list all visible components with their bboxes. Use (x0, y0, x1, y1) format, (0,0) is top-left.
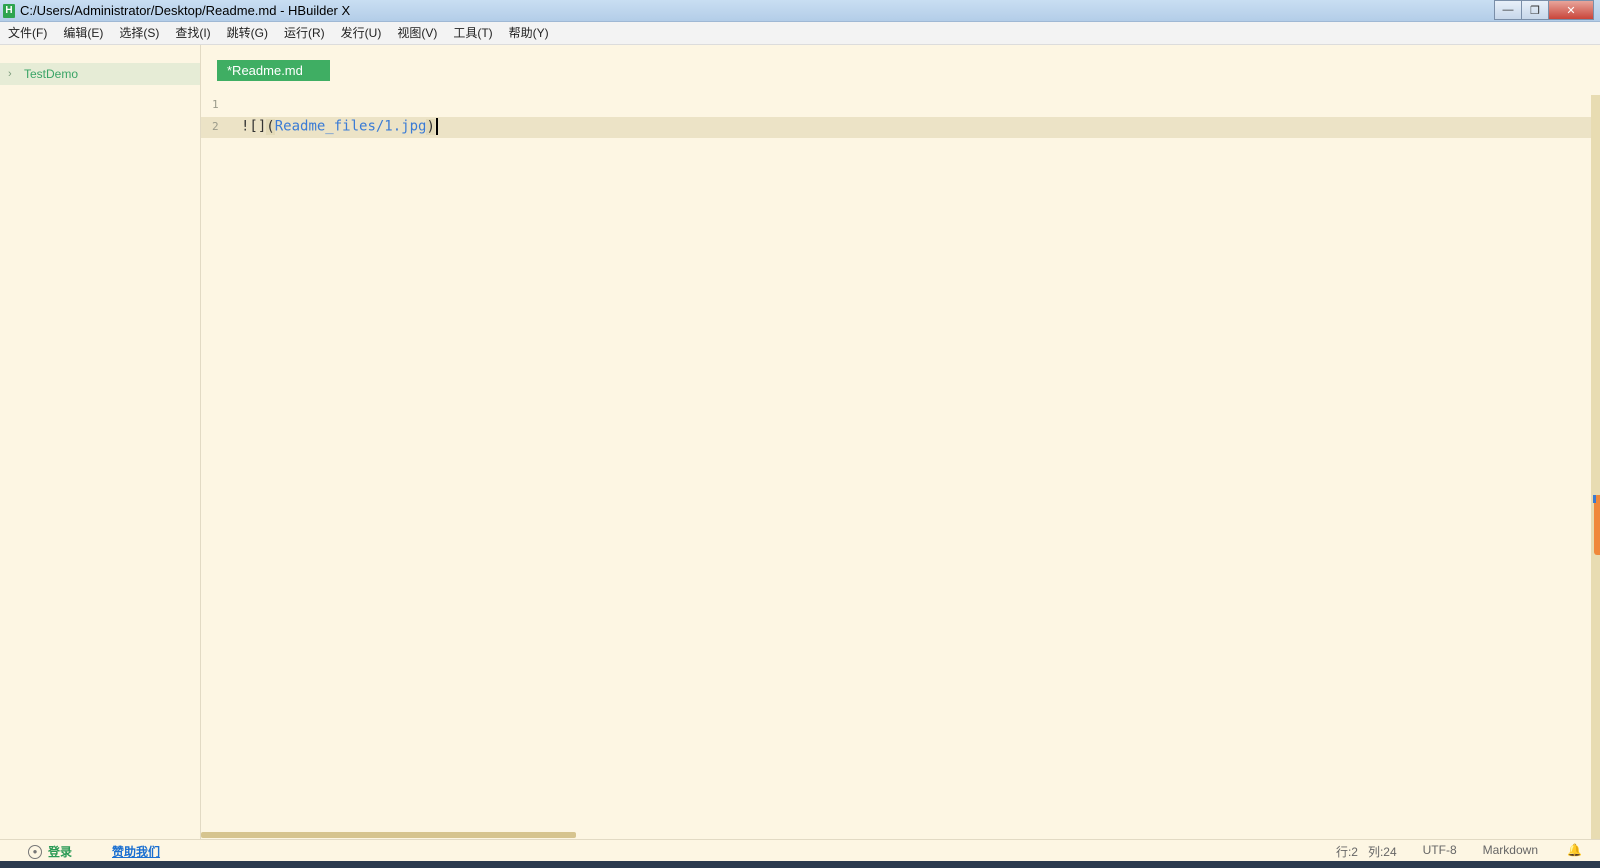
menu-help[interactable]: 帮助(Y) (501, 22, 557, 44)
line-code[interactable]: ![](Readme_files/1.jpg) (241, 118, 438, 135)
vertical-scrollbar[interactable] (1591, 95, 1600, 840)
open-paren: ( (266, 118, 275, 135)
restore-button[interactable]: ❐ (1521, 0, 1549, 20)
menu-goto[interactable]: 跳转(G) (219, 22, 276, 44)
line-number: 2 (212, 120, 219, 133)
user-icon: ● (28, 844, 42, 859)
cursor-position[interactable]: 行:2 列:24 (1336, 843, 1397, 860)
project-label: TestDemo (24, 67, 79, 81)
text-cursor (435, 118, 438, 135)
window-controls: — ❐ ✕ (1494, 0, 1594, 20)
hbuilder-icon: H (3, 3, 15, 18)
sponsor-link[interactable]: 赞助我们 (112, 843, 160, 860)
code-editor[interactable]: 1 2 ![](Readme_files/1.jpg) (201, 95, 1591, 835)
menu-find[interactable]: 查找(I) (167, 22, 218, 44)
menu-tools[interactable]: 工具(T) (445, 22, 500, 44)
status-bar: ● 登录 赞助我们 行:2 列:24 UTF-8 Markdown 🔔 (0, 839, 1600, 862)
menu-run[interactable]: 运行(R) (276, 22, 333, 44)
tab-readme[interactable]: *Readme.md (217, 60, 330, 81)
close-button[interactable]: ✕ (1548, 0, 1594, 20)
project-sidebar: › TestDemo (0, 45, 201, 839)
horizontal-scrollbar[interactable] (201, 832, 576, 838)
window-title: C:/Users/Administrator/Desktop/Readme.md… (20, 3, 351, 18)
login-label: 登录 (48, 845, 73, 859)
menu-edit[interactable]: 编辑(E) (55, 22, 111, 44)
taskbar (0, 861, 1600, 868)
encoding-indicator[interactable]: UTF-8 (1423, 843, 1457, 860)
language-indicator[interactable]: Markdown (1483, 843, 1538, 860)
scroll-marker (1593, 495, 1596, 503)
col-indicator: 列:24 (1367, 845, 1397, 859)
chevron-right-icon[interactable]: › (8, 68, 18, 80)
image-syntax: ![] (241, 118, 267, 135)
status-info: 行:2 列:24 UTF-8 Markdown (1336, 843, 1578, 860)
menu-publish[interactable]: 发行(U) (333, 22, 390, 44)
title-bar: H C:/Users/Administrator/Desktop/Readme.… (0, 0, 1600, 22)
menu-view[interactable]: 视图(V) (389, 22, 445, 44)
line-number: 1 (212, 98, 219, 111)
project-item-testdemo[interactable]: › TestDemo (0, 63, 200, 85)
image-link: Readme_files/1.jpg (274, 118, 427, 135)
editor-line-active[interactable]: 2 ![](Readme_files/1.jpg) (201, 117, 1591, 138)
login-button[interactable]: ● 登录 (28, 843, 72, 860)
menu-select[interactable]: 选择(S) (111, 22, 167, 44)
row-indicator: 行:2 (1335, 845, 1358, 859)
close-paren: ) (426, 118, 435, 135)
menu-file[interactable]: 文件(F) (0, 22, 55, 44)
scroll-thumb[interactable] (1594, 495, 1600, 555)
minimize-button[interactable]: — (1494, 0, 1522, 20)
bell-icon[interactable]: 🔔 (1567, 843, 1582, 857)
menu-bar: 文件(F) 编辑(E) 选择(S) 查找(I) 跳转(G) 运行(R) 发行(U… (0, 22, 1600, 45)
editor-line[interactable]: 1 (201, 95, 1591, 116)
